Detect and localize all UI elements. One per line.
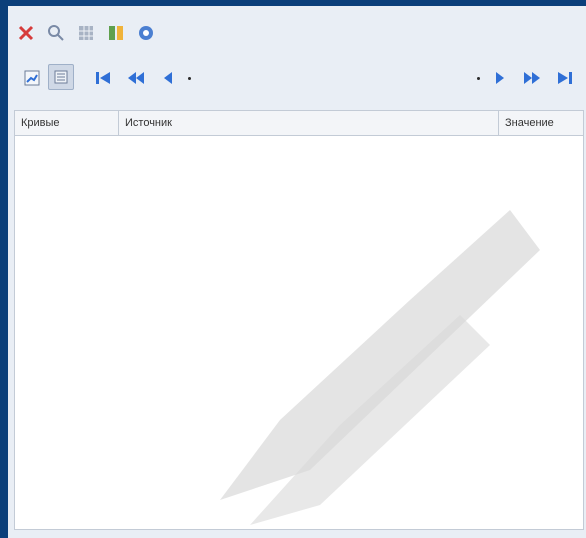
columns-icon[interactable] (104, 21, 128, 45)
settings-icon[interactable] (134, 21, 158, 45)
prev-icon[interactable] (156, 66, 180, 90)
data-grid[interactable]: Кривые Источник Значение (14, 110, 584, 530)
column-header-curves[interactable]: Кривые (15, 111, 119, 135)
nav-left-group (92, 66, 191, 90)
prev-prev-icon[interactable] (124, 66, 148, 90)
last-icon[interactable] (552, 66, 576, 90)
list-icon[interactable] (48, 64, 74, 90)
close-icon[interactable] (14, 21, 38, 45)
nav-right-group (477, 66, 576, 90)
chart-icon[interactable] (20, 66, 44, 90)
grid-header: Кривые Источник Значение (15, 111, 583, 136)
column-header-source[interactable]: Источник (119, 111, 499, 135)
search-icon[interactable] (44, 21, 68, 45)
nav-left-dot (188, 76, 191, 80)
window-border-left (0, 0, 8, 538)
toolbar-row-2 (14, 56, 586, 106)
toolbar-row-1 (14, 20, 586, 46)
first-icon[interactable] (92, 66, 116, 90)
column-header-value[interactable]: Значение (499, 111, 583, 135)
nav-right-dot (477, 76, 480, 80)
next-icon[interactable] (488, 66, 512, 90)
next-next-icon[interactable] (520, 66, 544, 90)
grid-icon[interactable] (74, 21, 98, 45)
